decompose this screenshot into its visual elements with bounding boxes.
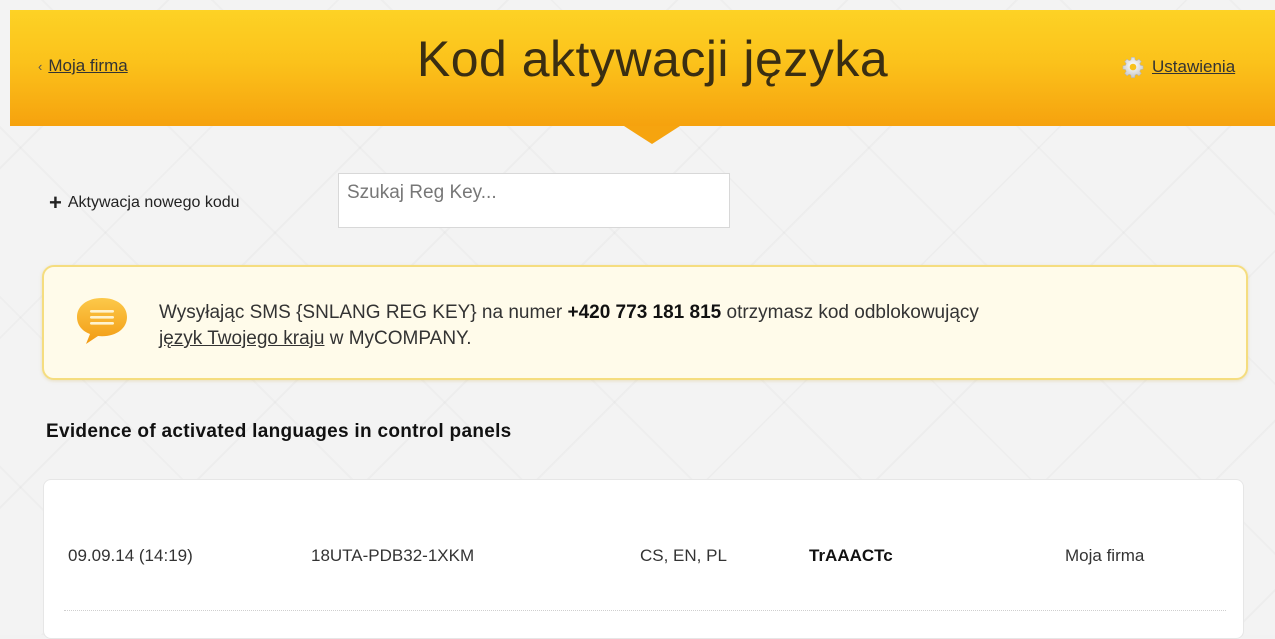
row-divider <box>64 610 1226 611</box>
cell-date: 09.09.14 (14:19) <box>68 546 193 565</box>
cell-activation-code: TrAAACTc <box>809 546 893 565</box>
gear-icon <box>1122 57 1144 78</box>
settings-link-label: Ustawienia <box>1152 57 1236 76</box>
section-title: Evidence of activated languages in contr… <box>46 421 512 442</box>
cell-company: Moja firma <box>1065 546 1145 565</box>
notice-text-end: w MyCOMPANY. <box>324 328 472 349</box>
search-input[interactable] <box>338 173 730 228</box>
plus-icon: + <box>49 190 62 215</box>
table-row[interactable]: 09.09.14 (14:19) 18UTA-PDB32-1XKM CS, EN… <box>44 480 1243 620</box>
cell-languages: CS, EN, PL <box>640 546 727 565</box>
notice-text-before: Wysyłając SMS {SNLANG REG KEY} na numer <box>159 302 568 323</box>
notice-text: Wysyłając SMS {SNLANG REG KEY} na numer … <box>159 300 1219 352</box>
country-language-link[interactable]: język Twojego kraju <box>159 328 324 349</box>
new-code-label: Aktywacja nowego kodu <box>67 194 240 211</box>
new-code-button[interactable]: + Aktywacja nowego kodu <box>49 190 240 215</box>
activations-table: 09.09.14 (14:19) 18UTA-PDB32-1XKM CS, EN… <box>43 479 1244 639</box>
page-title: Kod aktywacji języka <box>416 31 889 87</box>
sms-notice: Wysyłając SMS {SNLANG REG KEY} na numer … <box>42 265 1248 380</box>
settings-link[interactable]: Ustawienia <box>1122 56 1235 78</box>
cell-reg-key: 18UTA-PDB32-1XKM <box>311 546 475 565</box>
notice-text-after: otrzymasz kod odblokowujący <box>721 302 979 323</box>
header-pointer <box>624 126 680 144</box>
notice-phone: +420 773 181 815 <box>567 302 722 323</box>
chat-bubble-icon <box>77 298 127 344</box>
